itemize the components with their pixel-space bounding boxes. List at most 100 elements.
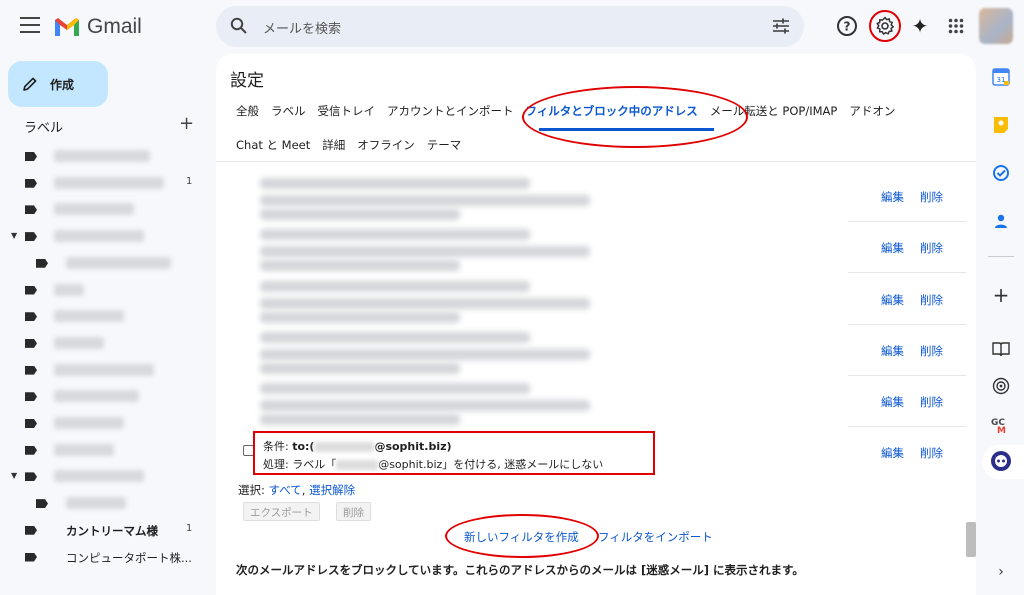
sidebar-label-item[interactable] xyxy=(0,330,210,356)
sidebar-label-item[interactable] xyxy=(0,196,210,222)
label-name: コンピュータポート株... xyxy=(66,550,192,565)
redacted-filter-text xyxy=(260,178,530,189)
import-filter-link[interactable]: フィルタをインポート xyxy=(598,529,713,545)
main-menu-icon[interactable] xyxy=(20,17,40,35)
sidebar-label-item[interactable] xyxy=(0,303,210,329)
sidebar-label-item[interactable]: ▼ xyxy=(0,463,210,489)
tools-addon-icon[interactable]: GC M xyxy=(990,414,1012,436)
settings-tab[interactable]: アカウントとインポート xyxy=(387,103,514,119)
criteria-to: to:( xyxy=(292,440,315,453)
sidebar-label-item[interactable] xyxy=(0,277,210,303)
settings-tab[interactable]: テーマ xyxy=(427,137,462,153)
delete-selected-button[interactable]: 削除 xyxy=(336,502,371,521)
sidebar-label-item[interactable]: ▼ xyxy=(0,223,210,249)
settings-panel: 設定 全般 ラベル 受信トレイ アカウントとインポート フィルタとブロック中のアドレスメ… xyxy=(216,54,976,595)
add-addon-icon[interactable]: + xyxy=(990,283,1012,307)
edit-filter-link[interactable]: 編集 xyxy=(881,292,904,308)
svg-text:31: 31 xyxy=(997,76,1006,84)
book-addon-icon[interactable] xyxy=(990,338,1012,360)
edit-filter-link[interactable]: 編集 xyxy=(881,240,904,256)
labels-heading: ラベル xyxy=(24,121,64,136)
settings-tab[interactable]: Chat と Meet xyxy=(236,137,310,153)
expand-caret-icon[interactable]: ▼ xyxy=(11,471,17,480)
contacts-icon[interactable] xyxy=(990,210,1012,232)
label-name: カントリーマム様 xyxy=(66,523,158,538)
sidebar-label-item[interactable] xyxy=(0,383,210,409)
edit-filter-link[interactable]: 編集 xyxy=(881,189,904,205)
label-tag-icon xyxy=(25,338,37,348)
top-bar: Gmail メールを検索 ? ✦ xyxy=(0,0,1024,54)
help-icon[interactable]: ? xyxy=(835,14,859,38)
sidebar-label-item[interactable] xyxy=(0,437,210,463)
label-tag-icon xyxy=(25,312,37,322)
sidebar-label-item[interactable] xyxy=(0,357,210,383)
compose-button[interactable]: 作成 xyxy=(8,61,108,107)
delete-filter-link[interactable]: 削除 xyxy=(920,445,943,461)
keep-icon[interactable] xyxy=(990,114,1012,136)
redacted-label-name xyxy=(54,203,134,216)
edit-filter-link[interactable]: 編集 xyxy=(881,445,904,461)
selection-controls: 選択: すべて, 選択解除 xyxy=(238,482,355,498)
sidebar-label-item[interactable] xyxy=(0,250,210,276)
redacted-label-name xyxy=(54,443,114,456)
redacted-filter-text xyxy=(260,414,460,426)
settings-tab[interactable]: 詳細 xyxy=(322,137,345,153)
google-apps-icon[interactable] xyxy=(944,14,968,38)
select-all-link[interactable]: すべて xyxy=(269,483,302,497)
create-filter-link[interactable]: 新しいフィルタを作成 xyxy=(464,529,579,545)
delete-filter-link[interactable]: 削除 xyxy=(920,189,943,205)
redacted-filter-text xyxy=(260,209,460,220)
label-tag-icon xyxy=(25,525,37,535)
settings-button[interactable] xyxy=(869,10,901,42)
redacted-label-name xyxy=(66,256,171,269)
expand-caret-icon[interactable]: ▼ xyxy=(11,231,17,240)
sidebar-label-item[interactable]: カントリーマム様 1 xyxy=(0,517,210,543)
scrollbar-thumb[interactable] xyxy=(966,522,976,557)
annotation-box-filter: 条件: to:(@sophit.biz) 処理: ラベル「 @sophit.biz… xyxy=(253,431,655,475)
rail-divider xyxy=(988,256,1014,257)
settings-tab[interactable]: ラベル xyxy=(271,103,306,119)
redacted-label xyxy=(336,460,379,470)
criteria-domain: @sophit.biz) xyxy=(374,440,452,453)
label-tag-icon xyxy=(25,552,37,562)
select-none-link[interactable]: 選択解除 xyxy=(309,483,355,497)
calendar-icon[interactable]: 31 xyxy=(990,66,1012,88)
sidebar-label-item[interactable] xyxy=(0,143,210,169)
search-icon[interactable] xyxy=(230,17,248,35)
delete-filter-link[interactable]: 削除 xyxy=(920,394,943,410)
label-tag-icon xyxy=(25,232,37,242)
redacted-filter-text xyxy=(260,331,530,343)
settings-tab[interactable]: 全般 xyxy=(236,103,259,119)
sidebar-label-item[interactable]: 1 xyxy=(0,170,210,196)
selection-label: 選択: xyxy=(238,483,269,497)
delete-filter-link[interactable]: 削除 xyxy=(920,343,943,359)
edit-filter-link[interactable]: 編集 xyxy=(881,343,904,359)
search-input[interactable]: メールを検索 xyxy=(263,18,341,37)
assistant-addon-icon[interactable] xyxy=(990,450,1012,472)
add-label-button[interactable]: + xyxy=(179,113,194,134)
search-bar[interactable]: メールを検索 xyxy=(216,6,804,47)
redacted-label-name xyxy=(54,310,124,323)
podcast-addon-icon[interactable] xyxy=(990,375,1012,397)
sidebar-label-item[interactable] xyxy=(0,490,210,516)
account-avatar[interactable] xyxy=(979,8,1013,44)
delete-filter-link[interactable]: 削除 xyxy=(920,240,943,256)
sidebar-label-item[interactable] xyxy=(0,410,210,436)
sidebar-label-item[interactable]: コンピュータポート株... xyxy=(0,544,210,570)
settings-tab[interactable]: アドオン xyxy=(849,103,895,119)
search-options-icon[interactable] xyxy=(772,18,790,34)
tasks-icon[interactable] xyxy=(990,162,1012,184)
settings-tab[interactable]: オフライン xyxy=(357,137,415,153)
redacted-filter-text xyxy=(260,280,530,292)
edit-filter-link[interactable]: 編集 xyxy=(881,394,904,410)
expand-panel-chevron-icon[interactable]: › xyxy=(990,561,1012,583)
delete-filter-link[interactable]: 削除 xyxy=(920,292,943,308)
export-button[interactable]: エクスポート xyxy=(243,502,320,521)
settings-tab[interactable]: 受信トレイ xyxy=(318,103,376,119)
redacted-label-name xyxy=(54,230,144,243)
gmail-logo[interactable]: Gmail xyxy=(53,15,142,39)
action-prefix: 処理: ラベル「 xyxy=(263,458,337,471)
app-name: Gmail xyxy=(87,15,142,38)
gemini-sparkle-icon[interactable]: ✦ xyxy=(908,14,932,38)
selection-comma: , xyxy=(301,483,310,497)
